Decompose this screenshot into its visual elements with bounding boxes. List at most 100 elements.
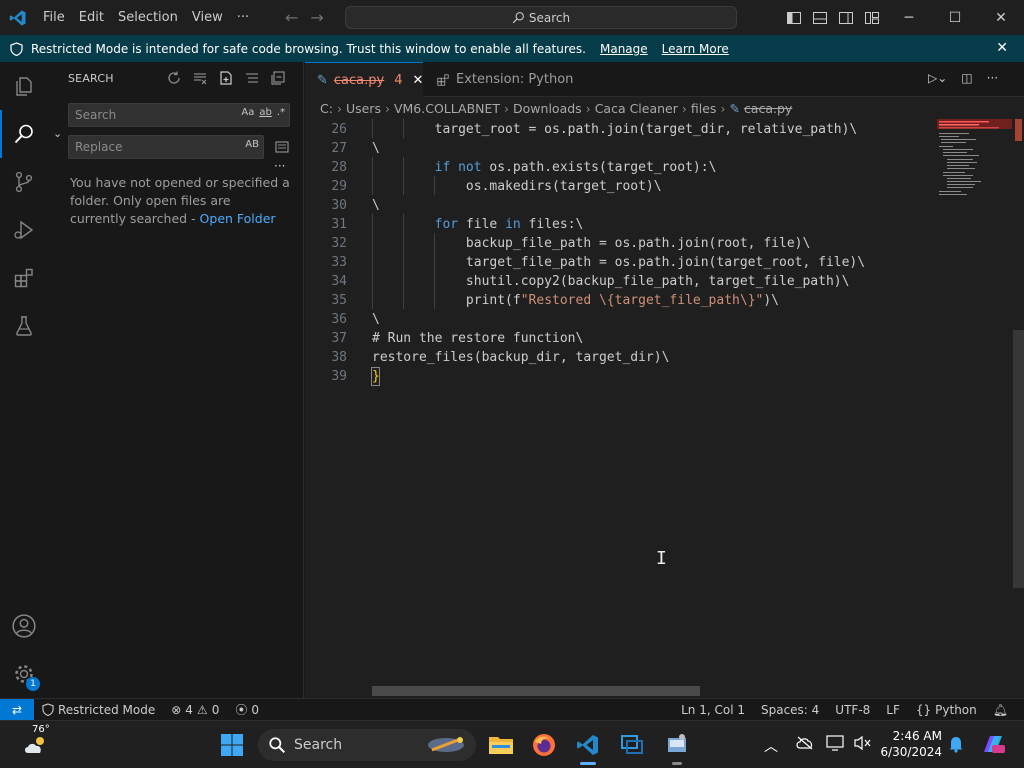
close-tab-icon[interactable]: ✕ [413,73,424,88]
cursor-position[interactable]: Ln 1, Col 1 [673,699,753,721]
code-line[interactable]: 30 \ [305,196,935,215]
more-options-icon[interactable]: ··· [274,159,285,173]
indentation[interactable]: Spaces: 4 [753,699,827,721]
code-text: backup_file_path = os.path.join(root, fi… [372,234,810,253]
minimize-button[interactable]: ─ [886,0,932,35]
editor-more-actions-icon[interactable]: ··· [987,71,998,85]
breadcrumb-item[interactable]: files [691,101,717,116]
menu-file[interactable]: File [36,0,72,35]
notifications-bell-icon[interactable] [948,735,964,756]
code-line[interactable]: 27 \ [305,139,935,158]
horizontal-scroll-thumb[interactable] [372,686,700,696]
volume-muted-icon[interactable] [853,735,871,754]
replace-all-icon[interactable] [274,139,290,158]
language-mode[interactable]: {} Python [908,699,985,721]
firefox-taskbar-icon[interactable] [528,729,560,761]
tab-caca-py[interactable]: ✎ caca.py 4 ✕ [305,62,423,97]
ports-status[interactable]: ⦿ 0 [227,699,267,721]
code-line[interactable]: 34 shutil.copy2(backup_file_path, target… [305,272,935,291]
clear-results-icon[interactable] [192,70,208,86]
code-line[interactable]: 32 backup_file_path = os.path.join(root,… [305,234,935,253]
weather-widget[interactable]: 76° [16,724,56,761]
close-banner-icon[interactable]: ✕ [996,40,1008,56]
problems-status[interactable]: ⊗ 4 ⚠ 0 [163,699,227,721]
control-panel-taskbar-icon[interactable] [661,729,693,765]
open-folder-link[interactable]: Open Folder [200,211,276,226]
menu-edit[interactable]: Edit [72,0,111,35]
run-debug-icon[interactable] [0,206,48,254]
encoding[interactable]: UTF-8 [827,699,878,721]
taskbar-search[interactable]: Search [258,729,476,761]
testing-flask-icon[interactable] [0,302,48,350]
onedrive-cloud-icon[interactable] [796,736,814,753]
code-line[interactable]: 33 target_file_path = os.path.join(targe… [305,253,935,272]
end-of-line[interactable]: LF [878,699,908,721]
toggle-secondary-sidebar-icon[interactable] [838,10,854,26]
replace-input[interactable]: Replace AB [68,135,264,159]
preserve-case-icon[interactable]: AB [245,139,259,150]
breadcrumb-item[interactable]: Caca Cleaner [595,101,678,116]
vscode-logo-icon[interactable] [0,0,36,35]
close-window-button[interactable]: ✕ [978,0,1024,35]
match-whole-word-icon[interactable]: ab [259,107,271,118]
accounts-icon[interactable] [0,602,48,650]
monitor-icon[interactable] [826,735,844,754]
collapse-all-icon[interactable] [270,70,286,86]
view-as-tree-icon[interactable] [244,70,260,86]
toggle-primary-sidebar-icon[interactable] [786,10,802,26]
search-input[interactable]: Search Aa ab .* [68,103,290,127]
refresh-icon[interactable] [166,70,182,86]
source-control-icon[interactable] [0,158,48,206]
breadcrumb-file[interactable]: caca.py [744,101,792,116]
search-view-icon[interactable] [0,110,48,158]
code-line[interactable]: 35 print(f"Restored \{target_file_path\}… [305,291,935,310]
breadcrumb-item[interactable]: Users [346,101,381,116]
notifications-bell-icon[interactable]: 🔔︎ [985,699,1016,721]
explorer-icon[interactable] [0,62,48,110]
show-hidden-icons-chevron-icon[interactable]: ︿ [764,736,778,756]
match-case-icon[interactable]: Aa [241,107,254,118]
breadcrumb-item[interactable]: C: [320,101,333,116]
restricted-mode-status[interactable]: Restricted Mode [34,699,163,721]
remote-desktop-taskbar-icon[interactable] [616,729,648,761]
breadcrumb-item[interactable]: Downloads [513,101,582,116]
code-line[interactable]: 37 # Run the restore function\ [305,329,935,348]
code-line[interactable]: 28 if not os.path.exists(target_root):\ [305,158,935,177]
customize-layout-icon[interactable] [864,10,880,26]
back-arrow-icon[interactable]: ← [285,8,298,27]
toggle-replace-chevron-icon[interactable]: ⌄ [53,127,62,140]
extensions-icon[interactable] [0,254,48,302]
manage-link[interactable]: Manage [600,42,648,56]
command-center-search[interactable]: Search [345,6,737,29]
copilot-icon[interactable] [980,732,1006,759]
file-explorer-taskbar-icon[interactable] [485,729,517,761]
new-search-editor-icon[interactable] [218,70,234,86]
maximize-button[interactable]: ☐ [932,0,978,35]
learn-more-link[interactable]: Learn More [662,42,729,56]
code-line[interactable]: 39} [305,367,935,386]
code-line[interactable]: 31 for file in files:\ [305,215,935,234]
code-line[interactable]: 36 \ [305,310,935,329]
toggle-panel-icon[interactable] [812,10,828,26]
code-line[interactable]: 26 target_root = os.path.join(target_dir… [305,120,935,139]
vscode-taskbar-icon[interactable] [572,729,604,765]
run-python-file-icon[interactable]: ▷⌄ [928,71,947,85]
code-line[interactable]: 29 os.makedirs(target_root)\ [305,177,935,196]
manage-gear-icon[interactable]: 1 [0,650,48,698]
menu-selection[interactable]: Selection [111,0,185,35]
taskbar-clock[interactable]: 2:46 AM 6/30/2024 [880,728,942,760]
code-line[interactable]: 38 restore_files(backup_dir, target_dir)\ [305,348,935,367]
vertical-scroll-thumb[interactable] [1013,330,1024,588]
breadcrumb-item[interactable]: VM6.COLLABNET [394,101,500,116]
code-editor[interactable]: 26 target_root = os.path.join(target_dir… [305,119,1024,698]
use-regex-icon[interactable]: .* [277,107,285,118]
minimap[interactable] [937,119,1012,209]
split-editor-icon[interactable]: ◫ [961,71,972,85]
menu-more[interactable]: ··· [230,0,256,35]
start-button[interactable] [216,729,248,761]
remote-indicator-icon[interactable]: ⇄ [0,698,34,721]
tab-extension-python[interactable]: Extension: Python [424,62,586,97]
menu-view[interactable]: View [185,0,230,35]
forward-arrow-icon[interactable]: → [310,8,323,27]
